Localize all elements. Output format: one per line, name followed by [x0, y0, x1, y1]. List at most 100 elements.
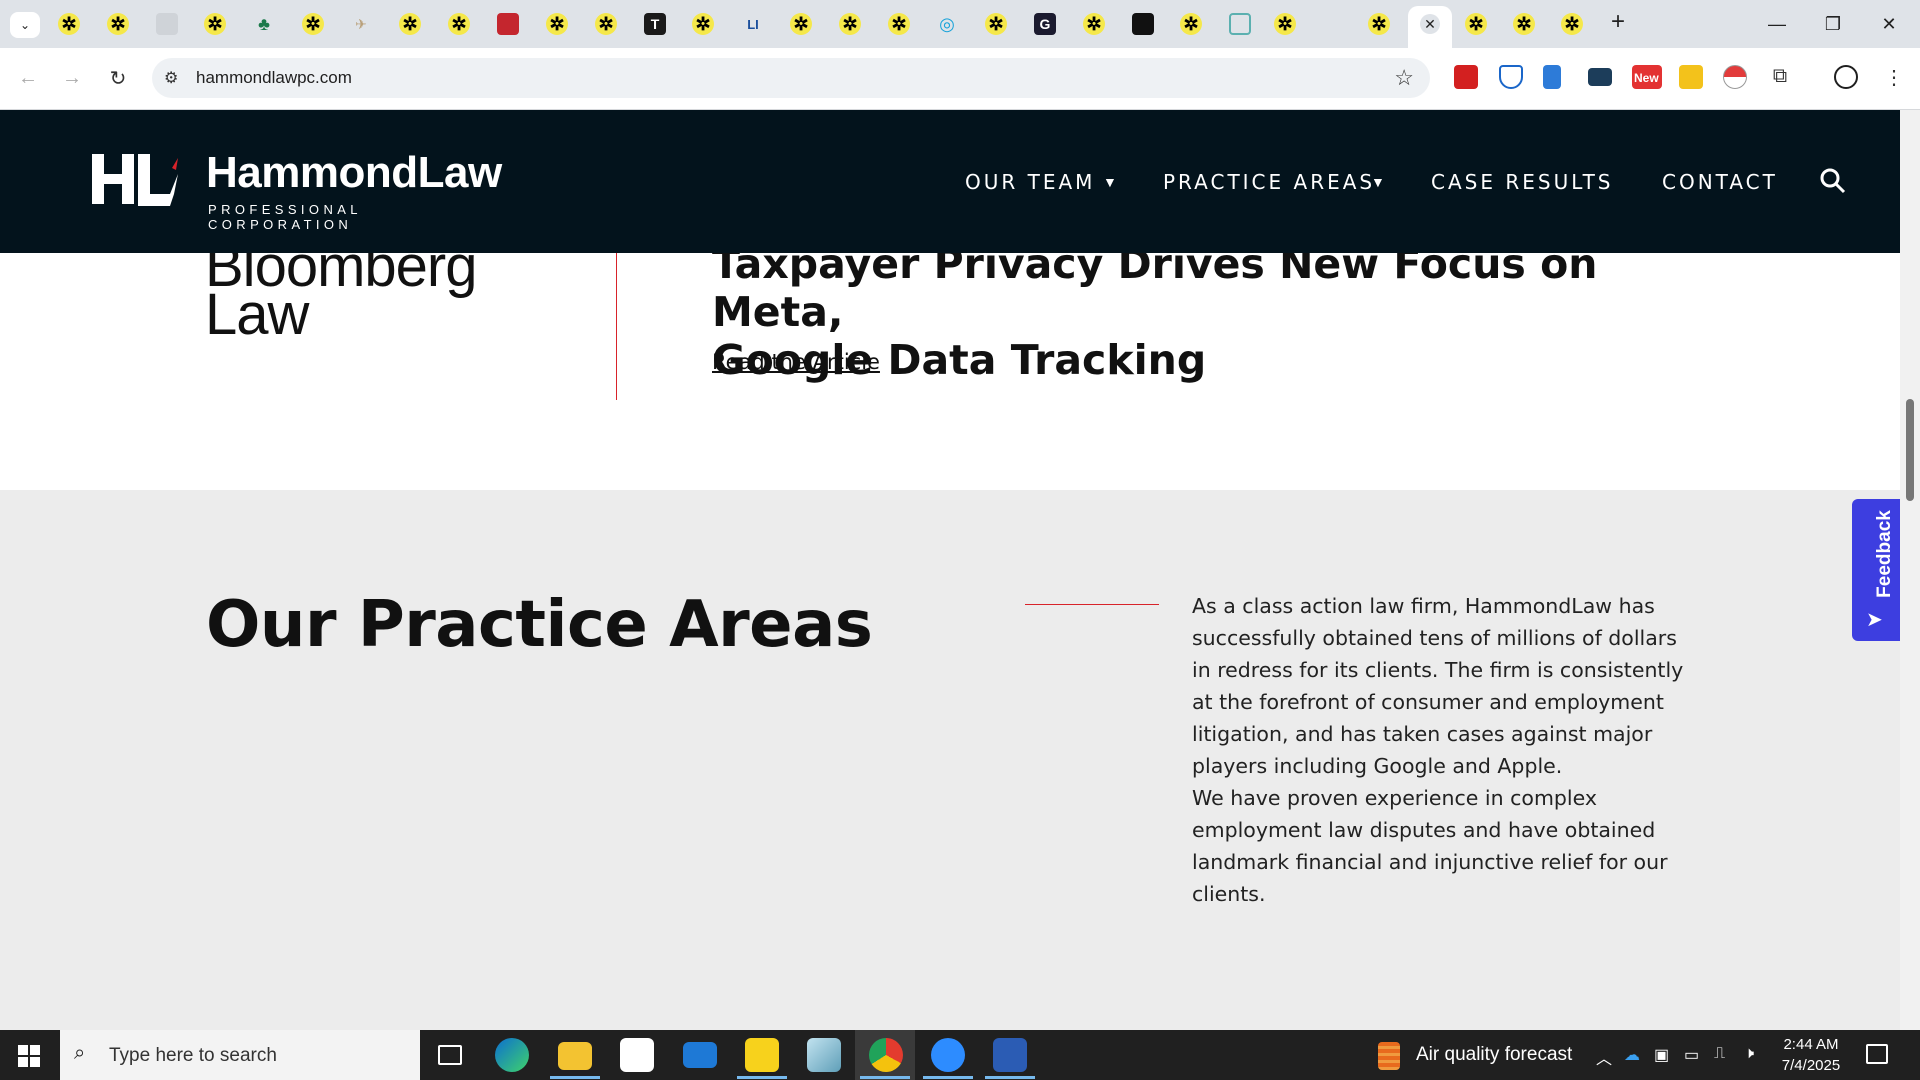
start-button-icon[interactable]: [18, 1045, 40, 1067]
mail-icon[interactable]: [683, 1042, 717, 1068]
scrollbar-thumb[interactable]: [1906, 399, 1914, 501]
nav-practice-areas[interactable]: PRACTICE AREAS: [1163, 170, 1375, 194]
security-tray-icon[interactable]: ▣: [1654, 1045, 1669, 1065]
task-view-icon[interactable]: [438, 1045, 462, 1065]
tab-favicon-dark[interactable]: [1132, 13, 1154, 35]
sketch-app-icon[interactable]: [807, 1038, 841, 1072]
tab-favicon-star[interactable]: ✲: [1368, 13, 1390, 35]
feedback-arrow-icon: ➤: [1866, 609, 1883, 631]
close-window-button[interactable]: ✕: [1866, 10, 1912, 38]
chrome-icon[interactable]: [869, 1038, 903, 1072]
forward-button[interactable]: →: [56, 62, 88, 94]
tab-favicon-star[interactable]: ✲: [107, 13, 129, 35]
tab-favicon-star[interactable]: ✲: [399, 13, 421, 35]
tab-search-button[interactable]: ⌄: [10, 12, 40, 38]
weather-icon[interactable]: [1378, 1042, 1400, 1070]
zoom-indicator: [923, 1076, 973, 1079]
tab-favicon-star[interactable]: ✲: [1083, 13, 1105, 35]
pdf-extension-icon[interactable]: [1454, 65, 1478, 89]
taskbar-search-box[interactable]: ⌕ Type here to search: [60, 1030, 420, 1080]
tab-favicon-star[interactable]: ✲: [692, 13, 714, 35]
tab-favicon-star[interactable]: ✲: [448, 13, 470, 35]
url-text[interactable]: hammondlawpc.com: [196, 68, 352, 88]
tab-favicon-star[interactable]: ✲: [888, 13, 910, 35]
word-icon[interactable]: [993, 1038, 1027, 1072]
back-button[interactable]: ←: [12, 62, 44, 94]
new-tab-button[interactable]: +: [1604, 8, 1632, 38]
tab-favicon-star[interactable]: ✲: [790, 13, 812, 35]
restore-button[interactable]: ❐: [1810, 10, 1856, 38]
tab-favicon-star[interactable]: ✲: [985, 13, 1007, 35]
reload-button[interactable]: ↻: [102, 62, 134, 94]
docs-extension-icon[interactable]: [1543, 65, 1561, 89]
tab-favicon-star[interactable]: ✲: [1561, 13, 1583, 35]
browser-tab-strip: ⌄ ✲ ✲ ✲ ♣ ✲ ✈ ✲ ✲ ✲ ✲ T ✲ LI ✲ ✲ ✲ ◎ ✲ G…: [0, 0, 1920, 48]
site-info-icon[interactable]: ⚙: [164, 68, 178, 88]
practice-paragraph-2: We have proven experience in complex emp…: [1192, 786, 1668, 906]
address-bar[interactable]: ⚙ hammondlawpc.com ☆: [152, 58, 1430, 98]
practice-areas-caret-icon[interactable]: ▼: [1371, 174, 1385, 190]
web-page: HammondLaw PROFESSIONAL CORPORATION OUR …: [0, 110, 1920, 1030]
nav-our-team[interactable]: OUR TEAM: [965, 170, 1095, 194]
pokeball-extension-icon[interactable]: [1723, 65, 1747, 89]
tab-favicon-star[interactable]: ✲: [1513, 13, 1535, 35]
clock[interactable]: 2:44 AM 7/4/2025: [1768, 1034, 1854, 1076]
feedback-label: Feedback: [1874, 510, 1895, 598]
shield-extension-icon[interactable]: [1499, 65, 1523, 89]
tab-favicon-tree[interactable]: ♣: [253, 13, 275, 35]
practice-areas-section: Our Practice Areas As a class action law…: [0, 490, 1900, 1030]
logo[interactable]: HammondLaw PROFESSIONAL CORPORATION: [82, 148, 512, 232]
tab-favicon-globe[interactable]: ◎: [936, 13, 958, 35]
tab-favicon-t[interactable]: T: [644, 13, 666, 35]
profile-avatar-icon[interactable]: [1834, 65, 1858, 89]
tab-favicon-star[interactable]: ✲: [204, 13, 226, 35]
windows-taskbar: ⌕ Type here to search Air quality foreca…: [0, 1030, 1920, 1080]
tab-favicon-star[interactable]: ✲: [1180, 13, 1202, 35]
tab-favicon-star[interactable]: ✲: [1465, 13, 1487, 35]
file-explorer-icon[interactable]: [558, 1042, 592, 1070]
tab-favicon-star[interactable]: ✲: [1274, 13, 1296, 35]
tray-overflow-chevron-icon[interactable]: ︿: [1596, 1045, 1612, 1069]
tab-favicon-star[interactable]: ✲: [595, 13, 617, 35]
clock-time: 2:44 AM: [1783, 1036, 1839, 1053]
chrome-indicator: [860, 1076, 910, 1079]
store-icon[interactable]: [620, 1038, 654, 1072]
active-tab[interactable]: ✕: [1408, 6, 1452, 48]
minimize-button[interactable]: —: [1754, 10, 1800, 38]
zoom-icon[interactable]: [931, 1038, 965, 1072]
yellow-extension-icon[interactable]: [1679, 65, 1703, 89]
search-icon[interactable]: [1820, 168, 1846, 194]
bookmark-star-icon[interactable]: ☆: [1394, 65, 1414, 91]
tab-favicon-bird[interactable]: ✈: [350, 13, 372, 35]
onedrive-cloud-icon[interactable]: ☁: [1624, 1045, 1640, 1065]
tab-favicon-star[interactable]: ✲: [546, 13, 568, 35]
feedback-tab[interactable]: ➤ Feedback: [1852, 499, 1900, 641]
sticky-notes-icon[interactable]: [745, 1038, 779, 1072]
tab-favicon-red-book[interactable]: [497, 13, 519, 35]
notifications-icon[interactable]: [1866, 1044, 1888, 1064]
tab-favicon-star[interactable]: ✲: [839, 13, 861, 35]
tab-favicon-star[interactable]: ✲: [58, 13, 80, 35]
edge-icon[interactable]: [495, 1038, 529, 1072]
tab-close-icon[interactable]: ✕: [1420, 14, 1440, 34]
page-scrollbar[interactable]: [1900, 110, 1920, 1030]
clock-date: 7/4/2025: [1781, 1057, 1841, 1074]
nav-case-results[interactable]: CASE RESULTS: [1431, 170, 1614, 194]
tab-favicon-page[interactable]: [156, 13, 178, 35]
tab-favicon-doc[interactable]: [1229, 13, 1251, 35]
tab-favicon-star[interactable]: ✲: [302, 13, 324, 35]
tab-favicon-li[interactable]: LI: [742, 13, 764, 35]
battery-icon[interactable]: ▭: [1684, 1045, 1699, 1065]
new-badge-extension-icon[interactable]: New: [1632, 65, 1662, 89]
extensions-puzzle-icon[interactable]: ⧉: [1768, 65, 1792, 89]
folder-extension-icon[interactable]: [1588, 68, 1612, 86]
weather-text[interactable]: Air quality forecast: [1416, 1044, 1572, 1066]
publisher-line-2: Law: [205, 282, 309, 347]
our-team-caret-icon[interactable]: ▼: [1103, 174, 1117, 190]
tab-favicon-g[interactable]: G: [1034, 13, 1056, 35]
network-icon[interactable]: ⎍: [1714, 1045, 1725, 1063]
read-article-link[interactable]: Read the Article: [712, 350, 880, 374]
volume-muted-icon[interactable]: 🕨: [1744, 1045, 1754, 1063]
nav-contact[interactable]: CONTACT: [1662, 170, 1778, 194]
browser-menu-icon[interactable]: ⋮: [1882, 65, 1906, 89]
